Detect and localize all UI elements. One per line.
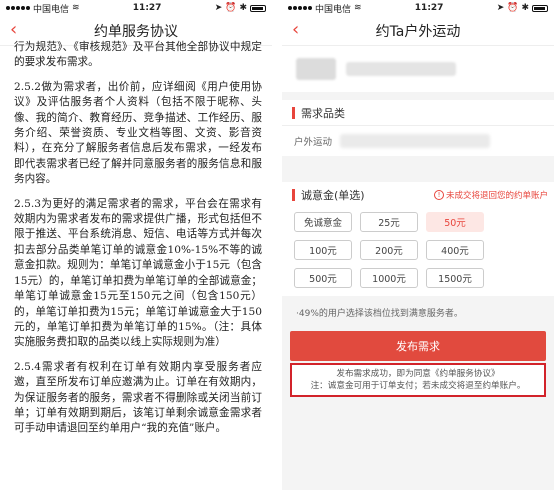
signal-icon — [6, 6, 30, 10]
deposit-option[interactable]: 1000元 — [360, 268, 418, 288]
blurred-profile-area — [282, 46, 554, 92]
needs-section-title: 需求品类 — [301, 106, 345, 120]
deposit-option[interactable]: 50元 — [426, 212, 484, 232]
deposit-option[interactable]: 免诚意金 — [294, 212, 352, 232]
carrier-label: 中国电信 — [33, 4, 70, 15]
publish-request-button[interactable]: 发布需求 — [290, 331, 546, 361]
deposit-options: 免诚意金 25元 50元 100元 200元 400元 500元 1000元 1… — [282, 208, 554, 296]
wifi-icon: ≋ — [72, 3, 80, 13]
deposit-header: 诚意金(单选) ! 未成交将退回您的约单账户 — [282, 182, 554, 208]
spacer — [282, 156, 554, 182]
wifi-icon: ≋ — [354, 3, 362, 13]
blurred-category-detail — [340, 134, 491, 148]
bluetooth-icon: ✱ — [521, 3, 529, 13]
deposit-hint: ·49%的用户选择该档位找到满意服务者。 — [296, 309, 463, 319]
deposit-note: ! 未成交将退回您的约单账户 — [433, 189, 548, 201]
location-icon: ➤ — [214, 3, 223, 13]
nav-bar: ‹ 约Ta户外运动 — [282, 16, 554, 46]
agreement-notice-line: 注：诚意金可用于订单支付；若未成交将退至约单账户。 — [310, 381, 526, 391]
deposit-option[interactable]: 1500元 — [426, 268, 484, 288]
agreement-paragraph: 2.5.2做为需求者，出价前，应详细阅《用户使用协议》及评估服务者个人资料（包括… — [14, 80, 262, 186]
agreement-paragraph: 行为规范》、《审核规范》及平台其他全部协议中规定的要求发布需求。 — [14, 41, 262, 69]
section-marker — [292, 106, 295, 119]
status-bar: 中国电信 ≋ 11:27 ➤ ⏰ ✱ — [0, 0, 272, 16]
needs-category-row[interactable]: 户外运动 — [282, 126, 554, 156]
deposit-section-title: 诚意金(单选) — [301, 189, 365, 202]
deposit-option[interactable]: 500元 — [294, 268, 352, 288]
left-screen: 中国电信 ≋ 11:27 ➤ ⏰ ✱ ‹ 约单服务协议 行为规范》、《审核规范》… — [0, 0, 272, 490]
agreement-notice-box: 发布需求成功，即为同意《约单服务协议》 注：诚意金可用于订单支付；若未成交将退至… — [290, 363, 546, 397]
agreement-paragraph: 2.5.4需求者有权利在订单有效期内享受服务者应邀，直至所发布订单应邀满为止。订… — [14, 360, 262, 435]
deposit-option[interactable]: 200元 — [360, 240, 418, 260]
needs-section: 需求品类 户外运动 — [282, 100, 554, 156]
info-icon: ! — [433, 190, 444, 200]
signal-icon — [288, 6, 312, 10]
blurred-avatar — [296, 58, 336, 80]
section-marker — [292, 189, 295, 201]
carrier-label: 中国电信 — [315, 4, 352, 15]
battery-icon — [532, 4, 548, 12]
agreement-notice-line: 发布需求成功，即为同意《约单服务协议》 — [336, 369, 500, 379]
blurred-name — [346, 62, 456, 76]
page-title: 约Ta户外运动 — [375, 23, 461, 40]
alarm-icon: ⏰ — [225, 3, 237, 13]
agreement-paragraph: 2.5.3为更好的满足需求者的需求，平台会在需求有效期内为需求者发布的需求提供广… — [14, 197, 262, 349]
battery-icon — [250, 4, 266, 12]
deposit-option[interactable]: 25元 — [360, 212, 418, 232]
status-time: 11:27 — [132, 3, 162, 13]
location-icon: ➤ — [496, 3, 505, 13]
deposit-option[interactable]: 100元 — [294, 240, 352, 260]
right-screen: 中国电信 ≋ 11:27 ➤ ⏰ ✱ ‹ 约Ta户外运动 需求品类 户外运动 诚… — [282, 0, 554, 490]
bluetooth-icon: ✱ — [239, 3, 247, 13]
screen-divider — [272, 0, 282, 490]
agreement-text: 行为规范》、《审核规范》及平台其他全部协议中规定的要求发布需求。 2.5.2做为… — [0, 41, 272, 490]
page-title: 约单服务协议 — [94, 23, 178, 40]
needs-category-label: 户外运动 — [294, 137, 333, 148]
deposit-option[interactable]: 400元 — [426, 240, 484, 260]
alarm-icon: ⏰ — [507, 3, 519, 13]
back-chevron-icon[interactable]: ‹ — [292, 20, 299, 40]
deposit-note-text: 未成交将退回您的约单账户 — [445, 191, 548, 201]
back-chevron-icon[interactable]: ‹ — [10, 20, 17, 40]
status-bar: 中国电信 ≋ 11:27 ➤ ⏰ ✱ — [282, 0, 554, 16]
status-time: 11:27 — [414, 3, 444, 13]
